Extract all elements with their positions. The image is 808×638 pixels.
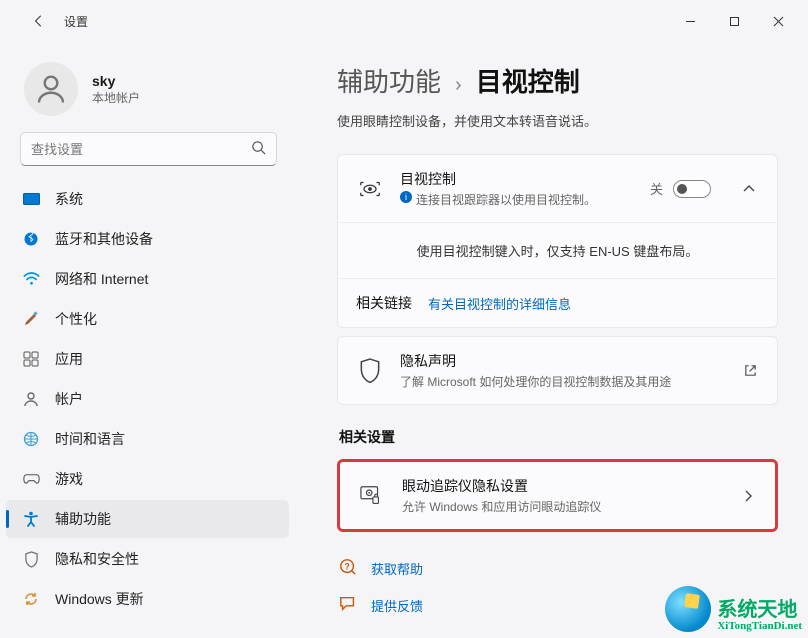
account-icon: [22, 390, 40, 408]
feedback-icon: [339, 595, 357, 616]
window-title: 设置: [64, 13, 88, 30]
sidebar-item-label: 系统: [55, 189, 83, 209]
sidebar-item-label: 时间和语言: [55, 429, 125, 449]
sidebar-nav: 系统 蓝牙和其他设备 网络和 Internet 个性化 应用 帐户: [0, 174, 295, 618]
card-desc: 连接目视跟踪器以使用目视控制。: [416, 191, 596, 208]
sidebar-item-label: 辅助功能: [55, 509, 111, 529]
related-settings-heading: 相关设置: [339, 427, 778, 447]
eye-tracker-privacy-desc: 允许 Windows 和应用访问眼动追踪仪: [402, 498, 723, 515]
sidebar-item-gaming[interactable]: 游戏: [6, 460, 289, 498]
eye-icon: [356, 175, 384, 203]
eye-control-details-link[interactable]: 有关目视控制的详细信息: [428, 294, 571, 313]
chevron-right-icon: ›: [455, 74, 462, 97]
accessibility-icon: [22, 510, 40, 528]
expand-button[interactable]: [739, 179, 759, 199]
sidebar-item-label: 网络和 Internet: [55, 269, 148, 289]
system-icon: [22, 190, 40, 208]
breadcrumb-parent[interactable]: 辅助功能: [337, 62, 441, 99]
gaming-icon: [22, 470, 40, 488]
sidebar-item-label: 游戏: [55, 469, 83, 489]
back-button[interactable]: [24, 6, 54, 36]
eye-control-toggle[interactable]: [673, 180, 711, 198]
watermark: 系统天地 XiTongTianDi.net: [665, 586, 802, 632]
bluetooth-icon: [22, 230, 40, 248]
sidebar-item-time-language[interactable]: 时间和语言: [6, 420, 289, 458]
maximize-button[interactable]: [712, 6, 756, 36]
help-icon: ?: [339, 558, 357, 579]
privacy-statement-card[interactable]: 隐私声明 了解 Microsoft 如何处理你的目视控制数据及其用途: [337, 336, 778, 405]
sidebar-item-system[interactable]: 系统: [6, 180, 289, 218]
eye-control-note: 使用目视控制键入时，仅支持 EN-US 键盘布局。: [417, 241, 699, 260]
sidebar-item-label: 应用: [55, 349, 83, 369]
search-box[interactable]: [20, 132, 277, 166]
search-icon: [251, 140, 266, 158]
sidebar-item-label: 隐私和安全性: [55, 549, 139, 569]
sidebar-item-apps[interactable]: 应用: [6, 340, 289, 378]
watermark-logo-icon: [665, 586, 711, 632]
sidebar-item-accessibility[interactable]: 辅助功能: [6, 500, 289, 538]
wifi-icon: [22, 270, 40, 288]
info-icon: i: [400, 191, 412, 203]
user-name: sky: [92, 73, 140, 89]
sidebar-item-label: 帐户: [55, 389, 83, 409]
watermark-text-cn: 系统天地: [717, 600, 802, 620]
privacy-title: 隐私声明: [400, 351, 725, 371]
privacy-desc: 了解 Microsoft 如何处理你的目视控制数据及其用途: [400, 373, 725, 390]
close-button[interactable]: [756, 6, 800, 36]
apps-icon: [22, 350, 40, 368]
sidebar-item-personalization[interactable]: 个性化: [6, 300, 289, 338]
eye-tracker-privacy-card[interactable]: 眼动追踪仪隐私设置 允许 Windows 和应用访问眼动追踪仪: [337, 459, 778, 532]
page-subtitle: 使用眼睛控制设备，并使用文本转语音说话。: [337, 111, 778, 130]
sidebar-item-privacy[interactable]: 隐私和安全性: [6, 540, 289, 578]
shield-outline-icon: [356, 357, 384, 385]
account-type: 本地帐户: [92, 89, 140, 106]
sidebar-item-network[interactable]: 网络和 Internet: [6, 260, 289, 298]
shield-icon: [22, 550, 40, 568]
sidebar-item-label: 个性化: [55, 309, 97, 329]
sidebar-item-label: Windows 更新: [55, 589, 144, 609]
related-links-label: 相关链接: [356, 293, 412, 313]
get-help-link[interactable]: ? 获取帮助: [337, 554, 778, 583]
sidebar-item-bluetooth[interactable]: 蓝牙和其他设备: [6, 220, 289, 258]
external-link-icon: [741, 362, 759, 380]
eye-tracker-privacy-title: 眼动追踪仪隐私设置: [402, 476, 723, 496]
eye-control-card: 目视控制 i 连接目视跟踪器以使用目视控制。 关 使用目视控制键入时，仅支持 E…: [337, 154, 778, 328]
search-input[interactable]: [31, 142, 251, 157]
eye-tracker-icon: [358, 482, 386, 510]
breadcrumb: 辅助功能 › 目视控制: [337, 62, 778, 99]
globe-icon: [22, 430, 40, 448]
brush-icon: [22, 310, 40, 328]
sidebar-item-accounts[interactable]: 帐户: [6, 380, 289, 418]
user-profile[interactable]: sky 本地帐户: [0, 52, 295, 132]
avatar: [24, 62, 78, 116]
toggle-label: 关: [650, 179, 663, 198]
minimize-button[interactable]: [668, 6, 712, 36]
card-title: 目视控制: [400, 169, 634, 189]
chevron-right-icon: [739, 487, 757, 505]
sidebar-item-label: 蓝牙和其他设备: [55, 229, 153, 249]
update-icon: [22, 590, 40, 608]
watermark-text-en: XiTongTianDi.net: [717, 620, 802, 632]
svg-text:?: ?: [344, 561, 350, 571]
page-title: 目视控制: [476, 62, 580, 99]
sidebar-item-windows-update[interactable]: Windows 更新: [6, 580, 289, 618]
